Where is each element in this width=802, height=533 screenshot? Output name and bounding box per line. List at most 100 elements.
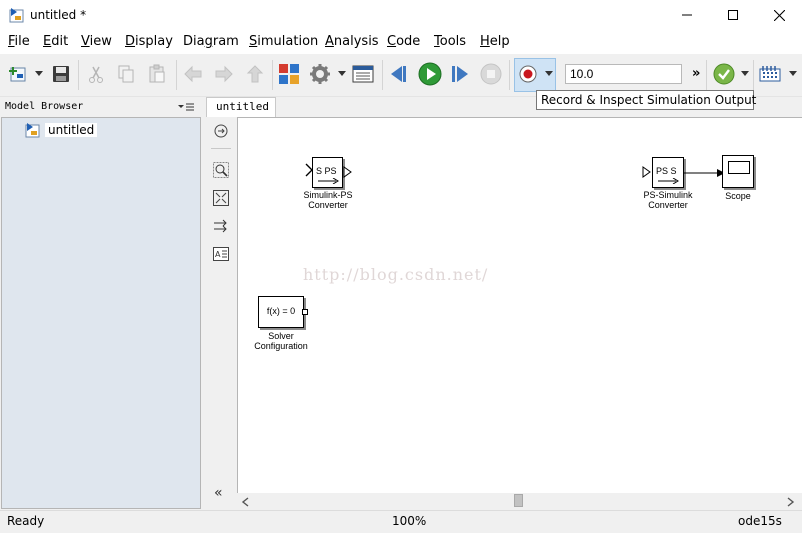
svg-text:A: A — [215, 250, 221, 259]
fit-to-view-button[interactable] — [213, 190, 229, 206]
menu-code[interactable]: Code — [387, 34, 420, 49]
model-tree-item-untitled[interactable]: untitled — [25, 121, 98, 139]
clipboard-icon — [149, 64, 165, 83]
minimize-button[interactable] — [664, 0, 710, 30]
menu-display[interactable]: Display — [125, 34, 173, 49]
model-explorer-icon — [352, 65, 374, 83]
model-browser-menu[interactable] — [178, 101, 194, 115]
chevron-right-icon — [787, 497, 795, 507]
menu-diagram[interactable]: Diagram — [183, 34, 239, 49]
settings-dropdown[interactable] — [338, 71, 346, 76]
build-button[interactable] — [758, 62, 782, 86]
chevron-left-icon — [241, 497, 249, 507]
new-model-button[interactable] — [6, 62, 30, 86]
maximize-button[interactable] — [710, 0, 756, 30]
record-button[interactable] — [516, 62, 540, 86]
converter-arrow-icon — [318, 178, 339, 184]
hide-show-browser-button[interactable] — [213, 123, 229, 139]
toolbar-overflow[interactable]: » — [692, 66, 700, 81]
menu-view[interactable]: View — [81, 34, 112, 49]
library-browser-button[interactable] — [277, 62, 301, 86]
arrows-right-icon — [214, 219, 227, 233]
new-model-icon — [9, 67, 26, 82]
zoom-icon — [213, 162, 229, 178]
scope-label: Scope — [725, 191, 751, 201]
play-icon — [418, 62, 442, 86]
annotation-icon: A — [213, 247, 229, 261]
menu-simulation[interactable]: Simulation — [249, 34, 318, 49]
scrollbar-thumb[interactable] — [514, 494, 523, 507]
save-button[interactable] — [49, 62, 73, 86]
annotation-button[interactable]: A — [213, 246, 229, 262]
collapse-palette-button[interactable]: « — [214, 485, 223, 501]
zoom-button[interactable] — [213, 162, 229, 178]
tab-untitled[interactable]: untitled — [206, 97, 276, 117]
scroll-right-button[interactable] — [785, 496, 795, 510]
route-lines-button[interactable] — [213, 218, 229, 234]
fit-view-icon — [213, 190, 229, 206]
scissors-icon — [89, 66, 103, 83]
library-browser-icon — [279, 64, 299, 84]
model-browser-panel — [1, 117, 201, 509]
menu-analysis[interactable]: Analysis — [325, 34, 379, 49]
solver-label: Solver Configuration — [254, 331, 308, 351]
ps-simulink-converter-block[interactable]: PS S — [652, 157, 684, 188]
model-settings-button[interactable] — [308, 62, 332, 86]
step-back-icon — [391, 66, 406, 82]
back-button[interactable] — [181, 62, 205, 86]
solver-port — [302, 309, 308, 315]
close-button[interactable] — [756, 0, 802, 30]
signal-line[interactable] — [684, 167, 726, 181]
ps2s-input-port — [642, 166, 652, 181]
solver-name[interactable]: ode15s — [738, 514, 782, 528]
checkmark-icon — [713, 63, 735, 85]
build-dropdown[interactable] — [789, 71, 797, 76]
model-browser-title: Model Browser — [5, 101, 84, 112]
scroll-left-button[interactable] — [241, 496, 251, 510]
status-text: Ready — [7, 514, 45, 528]
menu-help[interactable]: Help — [480, 34, 510, 49]
step-forward-icon — [452, 66, 468, 82]
simulink-app-icon — [9, 7, 25, 23]
copy-button[interactable] — [114, 62, 138, 86]
panel-menu-icon — [178, 103, 194, 111]
close-icon — [773, 9, 785, 21]
step-forward-button[interactable] — [448, 62, 472, 86]
arrow-up-icon — [246, 65, 264, 83]
forward-button[interactable] — [212, 62, 236, 86]
arrow-left-icon — [184, 65, 202, 83]
copy-icon — [118, 65, 134, 83]
model-explorer-button[interactable] — [351, 62, 375, 86]
s2ps-output-port — [343, 166, 353, 181]
watermark-text: http://blog.csdn.net/ — [303, 265, 489, 284]
scope-screen-icon — [728, 161, 750, 174]
s2ps-label: Simulink-PS Converter — [303, 190, 353, 210]
minimize-icon — [682, 14, 692, 16]
gear-icon — [310, 64, 330, 84]
solver-configuration-block[interactable]: f(x) = 0 — [258, 296, 304, 328]
record-tooltip: Record & Inspect Simulation Output — [536, 90, 756, 110]
stop-time-input[interactable] — [565, 64, 682, 84]
menu-file[interactable]: File — [8, 34, 30, 49]
simulink-ps-converter-block[interactable]: S PS — [312, 157, 343, 188]
stop-button[interactable] — [479, 62, 503, 86]
paste-button[interactable] — [145, 62, 169, 86]
converter-arrow-icon — [658, 178, 679, 184]
zoom-level: 100% — [392, 514, 427, 528]
maximize-icon — [728, 10, 738, 20]
advisor-dropdown[interactable] — [741, 71, 749, 76]
up-button[interactable] — [243, 62, 267, 86]
menu-tools[interactable]: Tools — [434, 34, 466, 49]
model-advisor-button[interactable] — [712, 62, 736, 86]
model-icon — [25, 123, 40, 138]
build-icon — [759, 66, 781, 82]
menu-edit[interactable]: Edit — [43, 34, 68, 49]
scope-block[interactable] — [722, 155, 754, 188]
record-dropdown[interactable] — [545, 71, 553, 76]
cut-button[interactable] — [84, 62, 108, 86]
navigate-icon — [214, 124, 228, 138]
ps2s-label: PS-Simulink Converter — [643, 190, 693, 210]
run-button[interactable] — [418, 62, 442, 86]
step-back-button[interactable] — [387, 62, 411, 86]
new-model-dropdown[interactable] — [35, 71, 43, 76]
